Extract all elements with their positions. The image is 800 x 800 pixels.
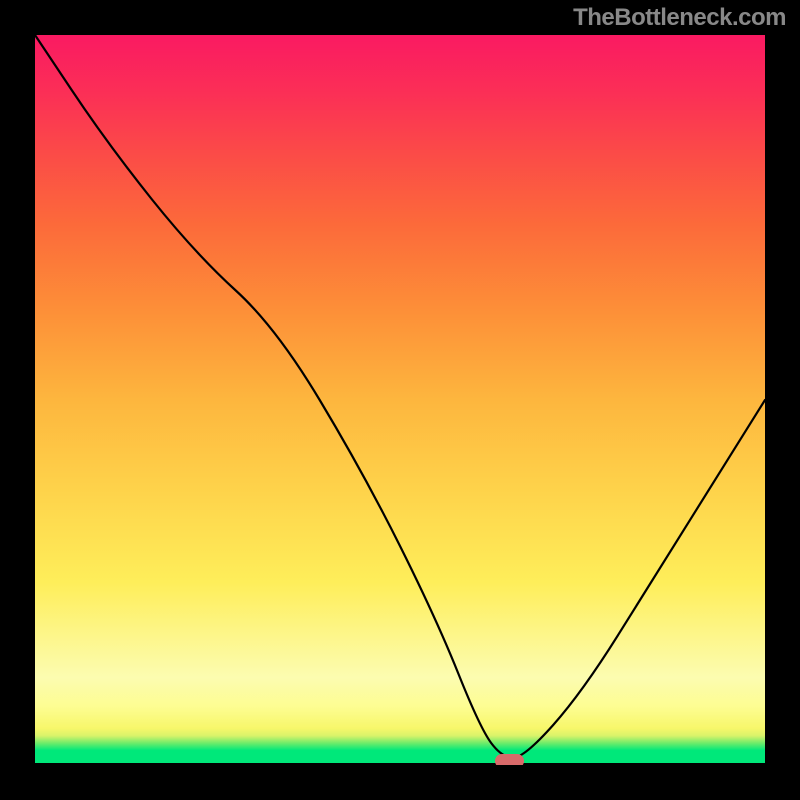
bottleneck-curve-path [35,35,765,758]
curve-svg [35,35,765,765]
optimal-marker [495,754,524,765]
plot-area [35,35,765,765]
watermark-text: TheBottleneck.com [573,4,786,32]
chart-container: TheBottleneck.com [0,0,800,800]
